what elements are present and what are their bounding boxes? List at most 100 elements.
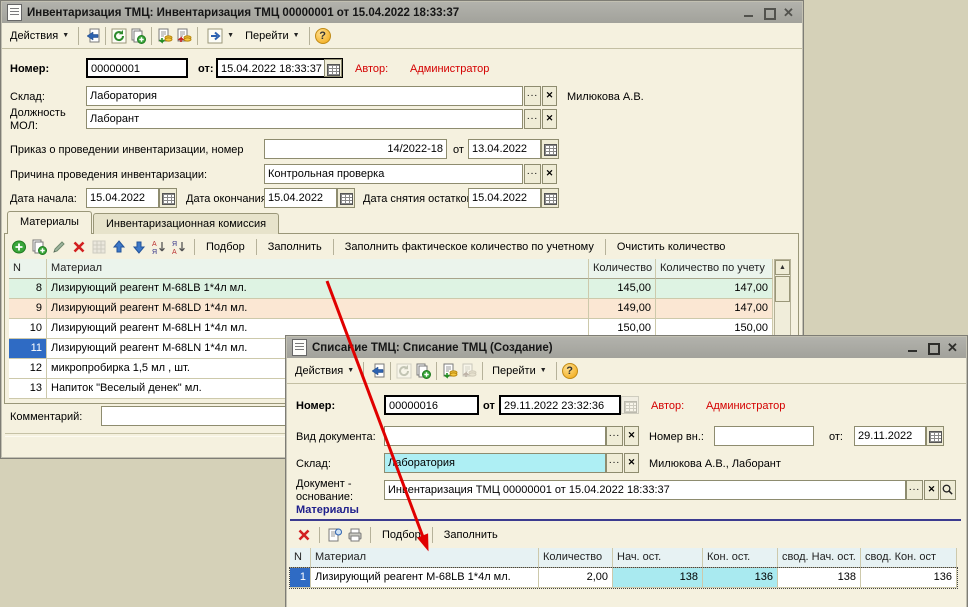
date-input[interactable]: 29.11.2022 23:32:36 [499, 395, 621, 415]
copy-row-icon[interactable] [31, 239, 47, 255]
delete-row-icon[interactable] [71, 239, 87, 255]
close-icon[interactable] [783, 7, 795, 19]
base-doc-select-button[interactable] [906, 480, 923, 500]
calendar-button[interactable] [621, 396, 639, 414]
table-row[interactable]: 9 Лизирующий реагент М-68LD 1*4л мл. 149… [9, 299, 773, 319]
fill-button[interactable]: Заполнить [440, 527, 502, 543]
move-down-icon[interactable] [131, 239, 147, 255]
warehouse-label: Склад: [296, 458, 331, 471]
scroll-up-icon[interactable]: ▲ [775, 260, 790, 275]
goto-menu-button[interactable]: Перейти▼ [241, 28, 304, 44]
goto-menu-button[interactable]: Перейти▼ [488, 363, 551, 379]
table-row[interactable]: 8 Лизирующий реагент М-68LB 1*4л мл. 145… [9, 279, 773, 299]
delete-row-icon[interactable] [296, 527, 312, 543]
tab-commission[interactable]: Инвентаризационная комиссия [93, 213, 279, 234]
internal-number-input[interactable] [714, 426, 814, 446]
calendar-button[interactable] [541, 188, 559, 208]
order-date-input[interactable]: 13.04.2022 [468, 139, 541, 159]
unpost-document-icon[interactable] [461, 363, 477, 379]
warehouse-input[interactable]: Лаборатория [86, 86, 523, 106]
copy-new-icon[interactable] [415, 363, 431, 379]
fill-button[interactable]: Заполнить [264, 239, 326, 255]
post-document-icon[interactable] [157, 28, 173, 44]
reason-clear-button[interactable] [542, 164, 557, 184]
minimize-icon[interactable] [743, 7, 755, 19]
unpost-document-icon[interactable] [176, 28, 192, 44]
inventory-titlebar[interactable]: Инвентаризация ТМЦ: Инвентаризация ТМЦ 0… [2, 2, 802, 23]
close-save-icon[interactable] [369, 363, 385, 379]
number-input[interactable]: 00000016 [384, 395, 479, 415]
help-icon[interactable]: ? [315, 28, 331, 44]
print-form-icon[interactable] [347, 527, 363, 543]
reason-input[interactable]: Контрольная проверка [264, 164, 523, 184]
open-related-button[interactable]: ▼ [203, 26, 238, 46]
doc-type-select-button[interactable] [606, 426, 623, 446]
refresh-icon[interactable] [111, 28, 127, 44]
tab-materials[interactable]: Материалы [7, 211, 92, 234]
warehouse-input[interactable]: Лаборатория [384, 453, 606, 473]
maximize-icon[interactable] [927, 342, 939, 354]
calendar-button[interactable] [159, 188, 177, 208]
base-doc-open-button[interactable] [940, 480, 956, 500]
internal-date-input[interactable]: 29.11.2022 [854, 426, 926, 446]
col-material[interactable]: Материал [311, 548, 539, 568]
calendar-button[interactable] [324, 59, 342, 77]
copy-new-icon[interactable] [130, 28, 146, 44]
col-end-balance[interactable]: Кон. ост. [703, 548, 778, 568]
col-start-balance[interactable]: Нач. ост. [613, 548, 703, 568]
date-snapshot-input[interactable]: 15.04.2022 [468, 188, 541, 208]
calendar-icon [544, 144, 557, 156]
doc-type-input[interactable] [384, 426, 606, 446]
sort-ascending-icon[interactable]: АЯ [151, 239, 167, 255]
col-n[interactable]: N [290, 548, 311, 568]
maximize-icon[interactable] [763, 7, 775, 19]
pick-button[interactable]: Подбор [378, 527, 425, 543]
scrollbar-thumb[interactable] [775, 276, 790, 302]
totals-icon[interactable] [91, 239, 107, 255]
col-n[interactable]: N [9, 259, 47, 279]
actions-menu-button[interactable]: Действия▼ [6, 28, 73, 44]
calendar-button[interactable] [337, 188, 355, 208]
col-consolidated-start[interactable]: свод. Нач. ост. [778, 548, 861, 568]
calendar-button[interactable] [926, 426, 944, 446]
col-material[interactable]: Материал [47, 259, 589, 279]
col-qty-acc[interactable]: Количество по учету [656, 259, 773, 279]
position-clear-button[interactable] [542, 109, 557, 129]
refresh-icon[interactable] [396, 363, 412, 379]
calendar-button[interactable] [541, 139, 559, 159]
warehouse-clear-button[interactable] [624, 453, 639, 473]
row-settings-icon[interactable] [327, 527, 343, 543]
writeoff-titlebar[interactable]: Списание ТМЦ: Списание ТМЦ (Создание) [287, 337, 966, 358]
table-row-selected[interactable]: 1 Лизирующий реагент М-68LB 1*4л мл. 2,0… [290, 568, 957, 588]
number-input[interactable]: 00000001 [86, 58, 188, 78]
col-consolidated-end[interactable]: свод. Кон. ост [861, 548, 957, 568]
warehouse-clear-button[interactable] [542, 86, 557, 106]
post-document-icon[interactable] [442, 363, 458, 379]
base-doc-clear-button[interactable] [924, 480, 939, 500]
pick-button[interactable]: Подбор [202, 239, 249, 255]
doc-type-clear-button[interactable] [624, 426, 639, 446]
close-save-icon[interactable] [84, 28, 100, 44]
actions-menu-button[interactable]: Действия▼ [291, 363, 358, 379]
warehouse-select-button[interactable] [606, 453, 623, 473]
minimize-icon[interactable] [907, 342, 919, 354]
date-end-input[interactable]: 15.04.2022 [264, 188, 337, 208]
col-qty[interactable]: Количество [589, 259, 656, 279]
position-select-button[interactable] [524, 109, 541, 129]
move-up-icon[interactable] [111, 239, 127, 255]
sort-descending-icon[interactable]: ЯА [171, 239, 187, 255]
order-number-input[interactable]: 14/2022-18 [264, 139, 447, 159]
date-start-input[interactable]: 15.04.2022 [86, 188, 159, 208]
svg-text:А: А [152, 241, 157, 248]
position-input[interactable]: Лаборант [86, 109, 523, 129]
col-qty[interactable]: Количество [539, 548, 613, 568]
close-icon[interactable] [947, 342, 959, 354]
clear-qty-button[interactable]: Очистить количество [613, 239, 730, 255]
fill-fact-button[interactable]: Заполнить фактическое количество по учет… [341, 239, 598, 255]
base-doc-input[interactable]: Инвентаризация ТМЦ 00000001 от 15.04.202… [384, 480, 906, 500]
reason-select-button[interactable] [524, 164, 541, 184]
edit-row-icon[interactable] [51, 239, 67, 255]
add-row-icon[interactable] [11, 239, 27, 255]
help-icon[interactable]: ? [562, 363, 578, 379]
warehouse-select-button[interactable] [524, 86, 541, 106]
